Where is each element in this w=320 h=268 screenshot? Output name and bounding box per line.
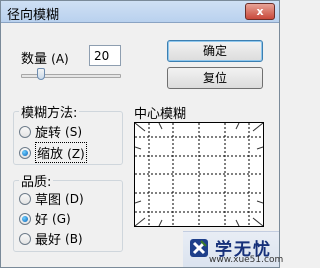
zoom-hotkey: (Z) xyxy=(67,147,85,161)
watermark-logo-icon xyxy=(190,239,208,257)
amount-slider-track[interactable] xyxy=(21,74,121,78)
blur-method-legend: 模糊方法: xyxy=(19,102,80,121)
amount-slider-thumb[interactable] xyxy=(37,68,45,80)
blur-center-label: 中心模糊 xyxy=(134,107,187,122)
spin-label: 旋转 xyxy=(35,126,62,141)
zoom-radio[interactable] xyxy=(19,146,31,159)
zoom-label: 缩放 xyxy=(37,147,64,162)
radio-row-good[interactable]: 好 (G) xyxy=(19,209,71,228)
good-label: 好 xyxy=(35,213,49,228)
spin-hotkey: (S) xyxy=(65,124,82,139)
title-bar[interactable]: 径向模糊 x xyxy=(1,1,279,23)
zoom-blur-pattern-icon xyxy=(135,123,263,226)
amount-input[interactable] xyxy=(89,45,121,66)
close-button[interactable]: x xyxy=(245,3,275,20)
spin-radio[interactable] xyxy=(19,125,31,138)
radial-blur-dialog: 径向模糊 x 数量 (A) 确定 复位 模糊方法: 旋转 (S) 缩放 (Z) … xyxy=(0,0,283,268)
amount-hotkey: (A) xyxy=(51,52,69,66)
site-watermark: 学无忧 www.xue51.com xyxy=(183,231,283,267)
watermark-url: www.xue51.com xyxy=(209,255,284,265)
draft-hotkey: (D) xyxy=(65,191,84,206)
radio-row-draft[interactable]: 草图 (D) xyxy=(19,189,84,208)
close-icon: x xyxy=(256,5,264,18)
blur-center-preview[interactable] xyxy=(134,122,264,227)
zoom-label-focus: 缩放 (Z) xyxy=(35,142,87,163)
reset-button[interactable]: 复位 xyxy=(167,67,263,89)
amount-label: 数量 (A) xyxy=(21,48,69,67)
ok-button[interactable]: 确定 xyxy=(167,40,263,62)
draft-label: 草图 xyxy=(35,193,62,208)
radio-row-spin[interactable]: 旋转 (S) xyxy=(19,122,82,141)
dialog-title: 径向模糊 xyxy=(7,8,60,23)
quality-legend: 品质: xyxy=(19,171,54,190)
amount-label-text: 数量 xyxy=(21,52,48,67)
best-radio[interactable] xyxy=(19,232,31,245)
best-hotkey: (B) xyxy=(65,231,83,246)
radio-row-zoom[interactable]: 缩放 (Z) xyxy=(19,142,87,163)
radio-row-best[interactable]: 最好 (B) xyxy=(19,229,83,248)
best-label: 最好 xyxy=(35,233,62,248)
draft-radio[interactable] xyxy=(19,192,31,205)
good-radio[interactable] xyxy=(19,212,31,225)
good-hotkey: (G) xyxy=(52,211,71,226)
